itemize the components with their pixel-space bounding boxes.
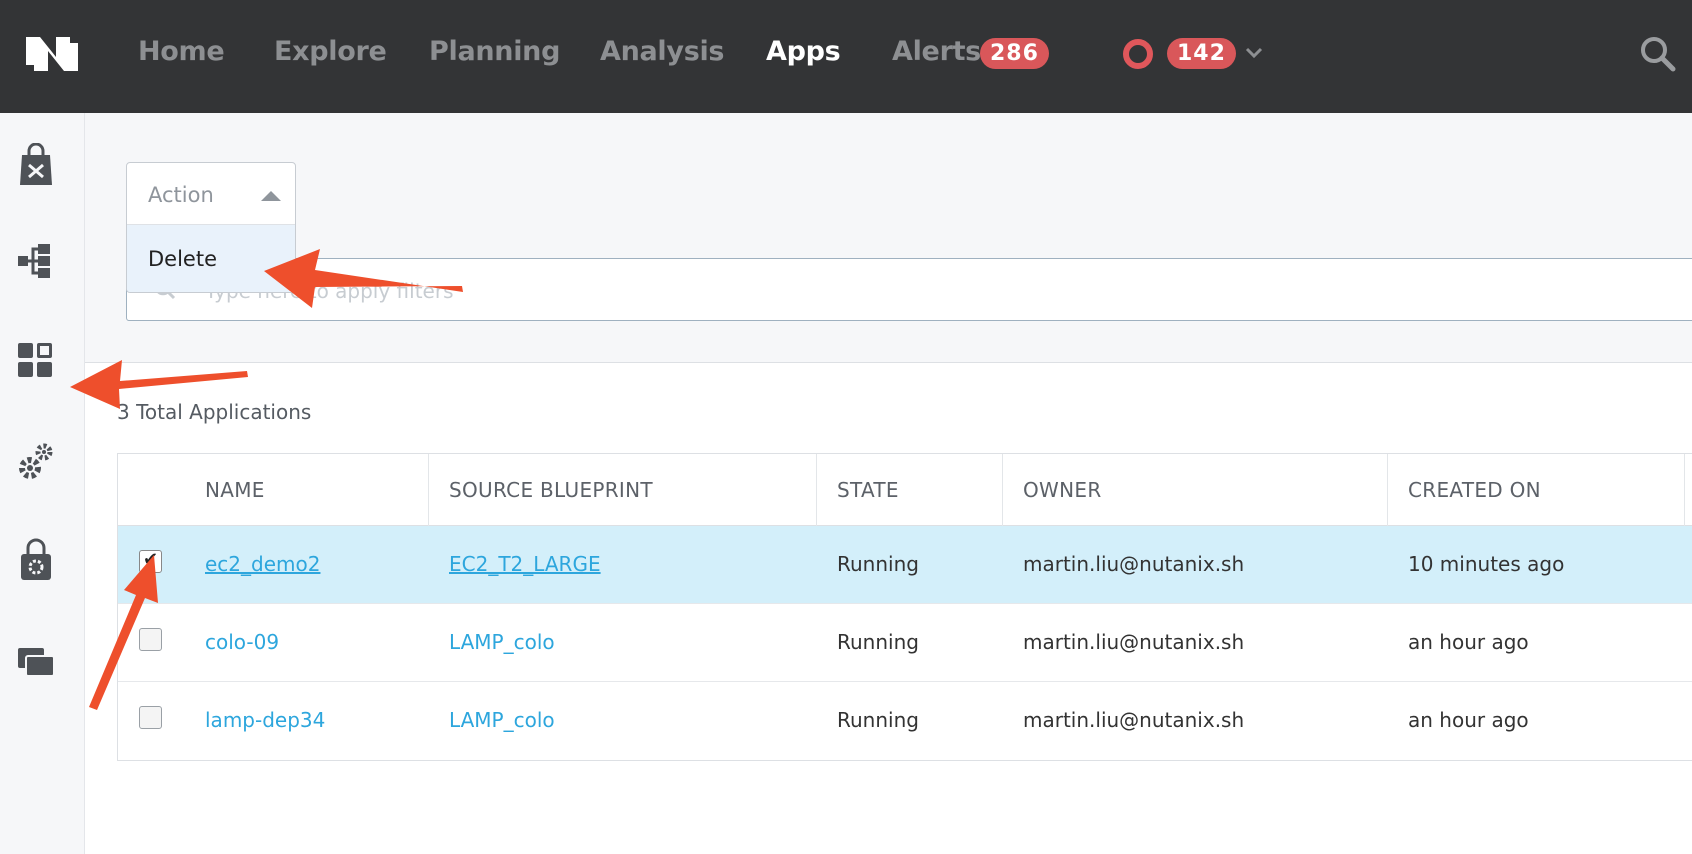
- app-name-link[interactable]: colo-09: [205, 630, 279, 654]
- nav-home[interactable]: Home: [138, 36, 225, 67]
- nav-analysis[interactable]: Analysis: [600, 36, 725, 67]
- delete-menu-label: Delete: [148, 247, 217, 271]
- table-header: NAME SOURCE BLUEPRINT STATE OWNER CREATE…: [118, 454, 1692, 526]
- delete-menu-item[interactable]: Delete: [127, 225, 295, 292]
- alerts-count-badge[interactable]: 286: [980, 38, 1049, 69]
- chevron-down-icon[interactable]: [1244, 44, 1264, 60]
- table-row[interactable]: lamp-dep34 LAMP_colo Running martin.liu@…: [118, 682, 1692, 760]
- app-owner: martin.liu@nutanix.sh: [1023, 708, 1245, 732]
- applications-icon[interactable]: [16, 339, 56, 383]
- col-state[interactable]: STATE: [837, 478, 899, 502]
- col-divider: [1002, 454, 1003, 526]
- windows-icon[interactable]: [16, 638, 56, 682]
- app-name-link[interactable]: lamp-dep34: [205, 708, 325, 732]
- projects-icon[interactable]: [16, 538, 56, 582]
- col-divider: [1684, 454, 1685, 526]
- left-sidebar: [0, 113, 85, 854]
- blueprint-link[interactable]: EC2_T2_LARGE: [449, 552, 601, 576]
- nav-alerts[interactable]: Alerts: [892, 36, 981, 67]
- col-owner[interactable]: OWNER: [1023, 478, 1102, 502]
- action-label: Action: [148, 183, 214, 207]
- nav-apps[interactable]: Apps: [766, 36, 841, 67]
- caret-up-icon: [261, 191, 281, 201]
- table-row[interactable]: ec2_demo2 EC2_T2_LARGE Running martin.li…: [118, 526, 1692, 604]
- filter-search-input[interactable]: Type here to apply filters: [126, 258, 1692, 321]
- row-checkbox[interactable]: [139, 628, 162, 651]
- app-state: Running: [837, 708, 919, 732]
- col-source-blueprint[interactable]: SOURCE BLUEPRINT: [449, 478, 653, 502]
- events-status-icon[interactable]: [1123, 39, 1153, 69]
- app-created-on: an hour ago: [1408, 630, 1529, 654]
- top-nav-bar: Home Explore Planning Analysis Apps Aler…: [0, 0, 1692, 113]
- blueprints-icon[interactable]: [16, 239, 56, 283]
- total-applications-count: 3 Total Applications: [117, 400, 312, 424]
- search-icon[interactable]: [1640, 36, 1676, 72]
- action-dropdown[interactable]: Action Delete: [126, 162, 296, 293]
- nutanix-logo-icon[interactable]: [26, 37, 78, 71]
- events-count-badge[interactable]: 142: [1167, 38, 1236, 69]
- app-name-link[interactable]: ec2_demo2: [205, 552, 320, 576]
- settings-icon[interactable]: [16, 438, 56, 482]
- col-name[interactable]: NAME: [205, 478, 265, 502]
- nav-explore[interactable]: Explore: [274, 36, 387, 67]
- col-divider: [1387, 454, 1388, 526]
- col-created-on[interactable]: CREATED ON: [1408, 478, 1541, 502]
- app-owner: martin.liu@nutanix.sh: [1023, 630, 1245, 654]
- app-created-on: 10 minutes ago: [1408, 552, 1565, 576]
- app-state: Running: [837, 630, 919, 654]
- app-created-on: an hour ago: [1408, 708, 1529, 732]
- marketplace-icon[interactable]: [16, 143, 56, 187]
- blueprint-link[interactable]: LAMP_colo: [449, 708, 555, 732]
- app-state: Running: [837, 552, 919, 576]
- toolbar-area: [85, 113, 1692, 363]
- app-owner: martin.liu@nutanix.sh: [1023, 552, 1245, 576]
- col-divider: [428, 454, 429, 526]
- applications-table: NAME SOURCE BLUEPRINT STATE OWNER CREATE…: [117, 453, 1692, 761]
- action-dropdown-toggle[interactable]: Action: [127, 163, 295, 225]
- row-checkbox[interactable]: [139, 706, 162, 729]
- blueprint-link[interactable]: LAMP_colo: [449, 630, 555, 654]
- table-row[interactable]: colo-09 LAMP_colo Running martin.liu@nut…: [118, 604, 1692, 682]
- row-checkbox[interactable]: [139, 549, 162, 573]
- col-divider: [816, 454, 817, 526]
- nav-planning[interactable]: Planning: [429, 36, 560, 67]
